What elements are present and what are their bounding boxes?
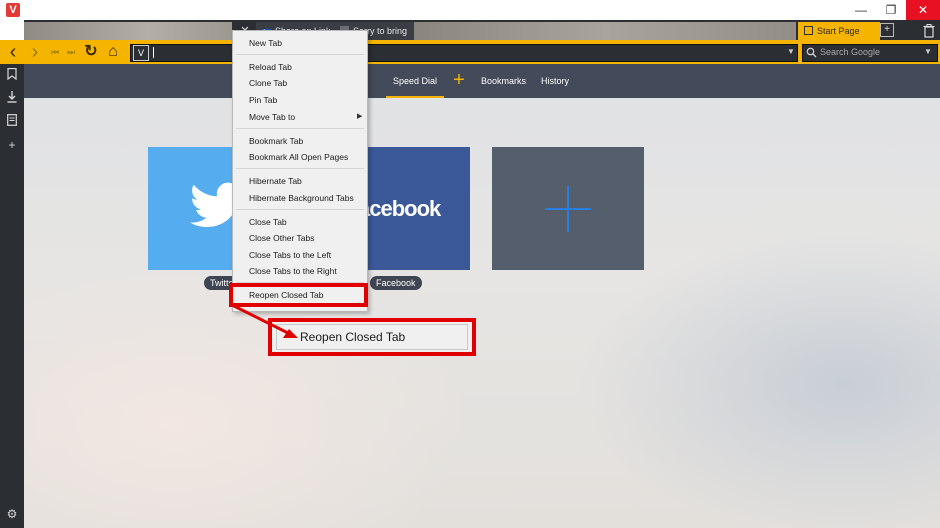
menu-item-bookmark-all[interactable]: Bookmark All Open Pages bbox=[249, 150, 348, 164]
tab-label: Start Page bbox=[817, 26, 860, 36]
home-button[interactable]: ⌂ bbox=[104, 42, 122, 62]
back-button[interactable]: ‹ bbox=[4, 42, 22, 62]
menu-item-clone-tab[interactable]: Clone Tab bbox=[249, 76, 287, 90]
url-input[interactable] bbox=[130, 44, 798, 62]
minimize-button[interactable]: — bbox=[846, 0, 876, 20]
window-close-button[interactable]: ✕ bbox=[906, 0, 940, 20]
menu-item-bookmark-tab[interactable]: Bookmark Tab bbox=[249, 134, 303, 148]
menu-item-hibernate-background[interactable]: Hibernate Background Tabs bbox=[249, 191, 354, 205]
menu-separator bbox=[236, 168, 364, 169]
callout-label: Reopen Closed Tab bbox=[300, 330, 406, 344]
bookmark-icon[interactable] bbox=[3, 67, 21, 84]
menu-item-close-tabs-left[interactable]: Close Tabs to the Left bbox=[249, 248, 331, 262]
vivaldi-logo-icon[interactable]: V bbox=[6, 3, 20, 17]
menu-item-close-tabs-right[interactable]: Close Tabs to the Right bbox=[249, 264, 337, 278]
menu-separator bbox=[236, 54, 364, 55]
search-engine-dropdown-icon[interactable]: ▼ bbox=[922, 44, 934, 60]
grid-icon bbox=[804, 26, 813, 35]
text-caret bbox=[153, 47, 154, 58]
restore-button[interactable]: ❐ bbox=[876, 0, 906, 20]
menu-item-pin-tab[interactable]: Pin Tab bbox=[249, 93, 277, 107]
dial-label-facebook: Facebook bbox=[370, 276, 422, 290]
download-icon[interactable] bbox=[3, 91, 21, 107]
menu-item-reload-tab[interactable]: Reload Tab bbox=[249, 60, 292, 74]
plus-icon bbox=[567, 186, 569, 232]
new-tab-button[interactable]: + bbox=[880, 23, 894, 37]
menu-item-close-other-tabs[interactable]: Close Other Tabs bbox=[249, 231, 315, 245]
trash-icon[interactable] bbox=[922, 22, 936, 40]
submenu-arrow-icon: ▶ bbox=[357, 113, 363, 120]
site-info-badge[interactable]: V bbox=[133, 45, 149, 61]
menu-item-move-tab-to[interactable]: Move Tab to bbox=[249, 110, 295, 124]
settings-gear-icon[interactable]: ⚙ bbox=[3, 506, 21, 522]
window-titlebar bbox=[0, 0, 940, 20]
side-panel bbox=[0, 64, 24, 528]
tab-bookmarks[interactable]: Bookmarks bbox=[481, 64, 526, 98]
active-tab-indicator bbox=[386, 96, 444, 98]
facebook-logo-text: acebook bbox=[358, 196, 441, 221]
tab-start-page[interactable]: Start Page bbox=[798, 22, 880, 40]
notes-icon[interactable] bbox=[3, 114, 21, 130]
menu-separator bbox=[236, 209, 364, 210]
search-placeholder: Search Google bbox=[820, 47, 881, 57]
menu-item-hibernate-tab[interactable]: Hibernate Tab bbox=[249, 174, 302, 188]
fast-forward-button[interactable]: ⏭ bbox=[62, 42, 80, 62]
tab-blurred[interactable] bbox=[414, 22, 796, 40]
start-page-content bbox=[24, 64, 940, 528]
add-speed-dial-icon[interactable]: + bbox=[451, 64, 467, 98]
highlight-box-menu-item bbox=[229, 283, 368, 307]
menu-item-new-tab[interactable]: New Tab bbox=[249, 36, 282, 50]
menu-item-close-tab[interactable]: Close Tab bbox=[249, 215, 287, 229]
forward-button[interactable]: › bbox=[26, 42, 44, 62]
reload-button[interactable]: ↻ bbox=[82, 42, 100, 62]
add-panel-icon[interactable]: + bbox=[3, 137, 21, 153]
tab-blurred[interactable] bbox=[24, 22, 232, 40]
menu-separator bbox=[236, 128, 364, 129]
tab-speed-dial[interactable]: Speed Dial bbox=[393, 64, 437, 98]
search-icon bbox=[806, 44, 818, 60]
url-dropdown-icon[interactable]: ▼ bbox=[785, 44, 797, 60]
tab-history[interactable]: History bbox=[541, 64, 569, 98]
